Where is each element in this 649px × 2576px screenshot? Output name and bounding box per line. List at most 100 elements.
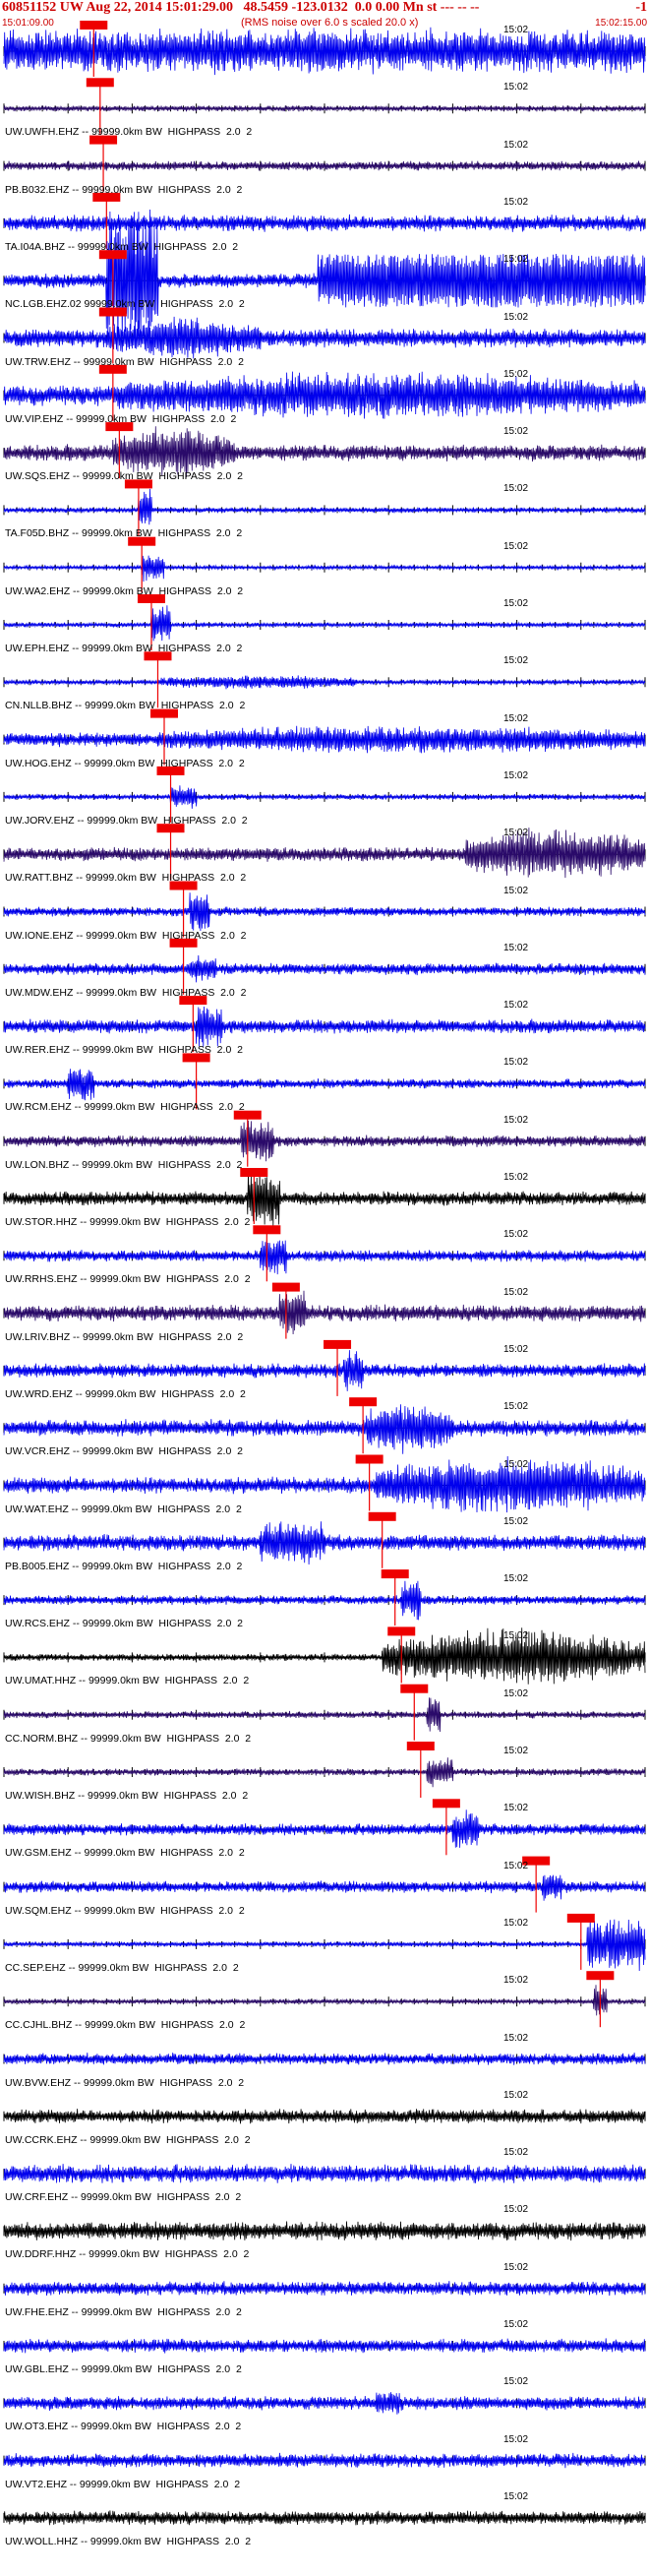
- pick-box: [271, 1282, 300, 1292]
- time-mark-label: 15:02: [503, 1229, 529, 1241]
- time-mark-label: 15:02: [503, 769, 529, 781]
- trace-label: UW.LRIV.BHZ -- 99999.0km BW HIGHPASS 2.0…: [5, 1330, 244, 1343]
- waveform: [3, 1290, 646, 1335]
- pick-box: [381, 1569, 409, 1579]
- pick-box: [368, 1511, 396, 1521]
- time-mark-label: 15:02: [503, 540, 529, 552]
- waveform: [3, 828, 646, 879]
- time-mark-label: 15:02: [503, 1803, 529, 1814]
- trace-label: UW.WAT.EHZ -- 99999.0km BW HIGHPASS 2.0 …: [5, 1503, 242, 1515]
- trace-label: UW.OT3.EHZ -- 99999.0km BW HIGHPASS 2.0 …: [5, 2421, 242, 2433]
- waveform: [3, 2392, 646, 2415]
- waveform: [3, 214, 646, 232]
- time-mark-label: 15:02: [503, 1746, 529, 1756]
- trace-38: [3, 2221, 646, 2241]
- time-mark-label: 15:02: [503, 2261, 529, 2273]
- waveform: [3, 1580, 646, 1621]
- trace-label: UW.WISH.BHZ -- 99999.0km BW HIGHPASS 2.0…: [5, 1790, 249, 1802]
- trace-label: UW.RATT.BHZ -- 99999.0km BW HIGHPASS 2.0…: [5, 872, 247, 885]
- time-mark-label: 15:02: [503, 1515, 529, 1527]
- pick-box: [566, 1913, 595, 1923]
- trace-label: UW.RCM.EHZ -- 99999.0km BW HIGHPASS 2.0 …: [5, 1101, 245, 1114]
- waveform: [3, 555, 646, 583]
- trace-39: [3, 2281, 646, 2297]
- trace-label: UW.UWFH.EHZ -- 99999.0km BW HIGHPASS 2.0…: [5, 126, 253, 139]
- trace-label: UW.BVW.EHZ -- 99999.0km BW HIGHPASS 2.0 …: [5, 2076, 245, 2089]
- waveform: [3, 1521, 646, 1565]
- trace-label: CC.SEP.EHZ -- 99999.0km BW HIGHPASS 2.0 …: [5, 1961, 239, 1974]
- trace-37: [3, 2164, 646, 2183]
- pick-box: [349, 1397, 378, 1407]
- trace-label: UW.MDW.EHZ -- 99999.0km BW HIGHPASS 2.0 …: [5, 986, 247, 999]
- trace-label: UW.VT2.EHZ -- 99999.0km BW HIGHPASS 2.0 …: [5, 2478, 241, 2490]
- trace-42: [3, 2452, 646, 2469]
- trace-label: UW.SQM.EHZ -- 99999.0km BW HIGHPASS 2.0 …: [5, 1904, 245, 1917]
- seismogram-plot: [3, 21, 646, 2526]
- time-mark-label: 15:02: [503, 1630, 529, 1642]
- trace-label: UW.HOG.EHZ -- 99999.0km BW HIGHPASS 2.0 …: [5, 757, 245, 769]
- time-mark-label: 15:02: [503, 1114, 529, 1126]
- trace-4: [3, 209, 646, 352]
- pick-box: [240, 1168, 268, 1177]
- time-mark-label: 15:02: [503, 1401, 529, 1413]
- waveform: [3, 1874, 646, 1901]
- waveform: [3, 1809, 646, 1848]
- trace-label: UW.STOR.HHZ -- 99999.0km BW HIGHPASS 2.0…: [5, 1216, 251, 1228]
- time-mark-label: 15:02: [503, 368, 529, 380]
- time-mark-label: 15:02: [503, 139, 529, 151]
- time-mark-label: 15:02: [503, 2376, 529, 2388]
- trace-label: PB.B032.EHZ -- 99999.0km BW HIGHPASS 2.0…: [5, 183, 243, 196]
- trace-label: CN.NLLB.BHZ -- 99999.0km BW HIGHPASS 2.0…: [5, 700, 246, 712]
- time-mark-label: 15:02: [503, 2147, 529, 2159]
- trace-0: [3, 21, 646, 77]
- trace-label: UW.UMAT.HHZ -- 99999.0km BW HIGHPASS 2.0…: [5, 1675, 250, 1687]
- trace-label: UW.GSM.EHZ -- 99999.0km BW HIGHPASS 2.0 …: [5, 1847, 245, 1860]
- trace-label: NC.LGB.EHZ.02 99999.0km BW HIGHPASS 2.0 …: [5, 298, 245, 311]
- time-mark-label: 15:02: [503, 1057, 529, 1069]
- trace-label: CC.NORM.BHZ -- 99999.0km BW HIGHPASS 2.0…: [5, 1732, 252, 1745]
- waveform: [3, 1006, 646, 1047]
- time-mark-label: 15:02: [503, 82, 529, 93]
- start-time: 15:01:09.00: [2, 18, 54, 29]
- waveform: [3, 1069, 646, 1101]
- time-mark-label: 15:02: [503, 885, 529, 896]
- time-mark-label: 15:02: [503, 1000, 529, 1012]
- time-mark-label: 15:02: [503, 1286, 529, 1298]
- waveform: [3, 2221, 646, 2241]
- time-mark-label: 15:02: [503, 2204, 529, 2216]
- pick-box: [80, 21, 108, 30]
- end-time: 15:02:15.00: [595, 18, 647, 29]
- waveform: [3, 1240, 646, 1275]
- time-mark-label: 15:02: [503, 483, 529, 495]
- pick-box: [586, 1971, 615, 1981]
- trace-label: UW.EPH.EHZ -- 99999.0km BW HIGHPASS 2.0 …: [5, 643, 243, 654]
- trace-40: [3, 2338, 646, 2354]
- time-mark-label: 15:02: [503, 2032, 529, 2044]
- event-suffix: -1: [635, 0, 647, 15]
- pick-box: [324, 1339, 352, 1349]
- trace-label: UW.CRF.EHZ -- 99999.0km BW HIGHPASS 2.0 …: [5, 2191, 242, 2204]
- event-title: 60851152 UW Aug 22, 2014 15:01:29.00 48.…: [2, 0, 480, 15]
- waveform: [3, 2510, 646, 2526]
- pick-box: [86, 78, 114, 88]
- trace-label: TA.I04A.BHZ -- 99999.0km BW HIGHPASS 2.0…: [5, 240, 239, 253]
- trace-label: TA.F05D.BHZ -- 99999.0km BW HIGHPASS 2.0…: [5, 527, 243, 540]
- time-mark-label: 15:02: [503, 2490, 529, 2502]
- trace-label: CC.CJHL.BHZ -- 99999.0km BW HIGHPASS 2.0…: [5, 2019, 246, 2032]
- pick-box: [253, 1225, 281, 1235]
- time-mark-label: 15:02: [503, 2089, 529, 2101]
- pick-box: [432, 1799, 460, 1809]
- time-mark-label: 15:02: [503, 426, 529, 438]
- time-mark-label: 15:02: [503, 655, 529, 667]
- trace-label: UW.CCRK.EHZ -- 99999.0km BW HIGHPASS 2.0…: [5, 2133, 251, 2146]
- time-mark-label: 15:02: [503, 311, 529, 323]
- trace-35: [3, 2053, 646, 2065]
- time-mark-label: 15:02: [503, 712, 529, 724]
- waveform: [3, 2338, 646, 2354]
- trace-label: UW.GBL.EHZ -- 99999.0km BW HIGHPASS 2.0 …: [5, 2363, 242, 2375]
- time-mark-label: 15:02: [503, 254, 529, 266]
- pick-box: [400, 1684, 429, 1693]
- trace-43: [3, 2510, 646, 2526]
- time-mark-label: 15:02: [503, 25, 529, 35]
- trace-label: UW.FHE.EHZ -- 99999.0km BW HIGHPASS 2.0 …: [5, 2305, 242, 2318]
